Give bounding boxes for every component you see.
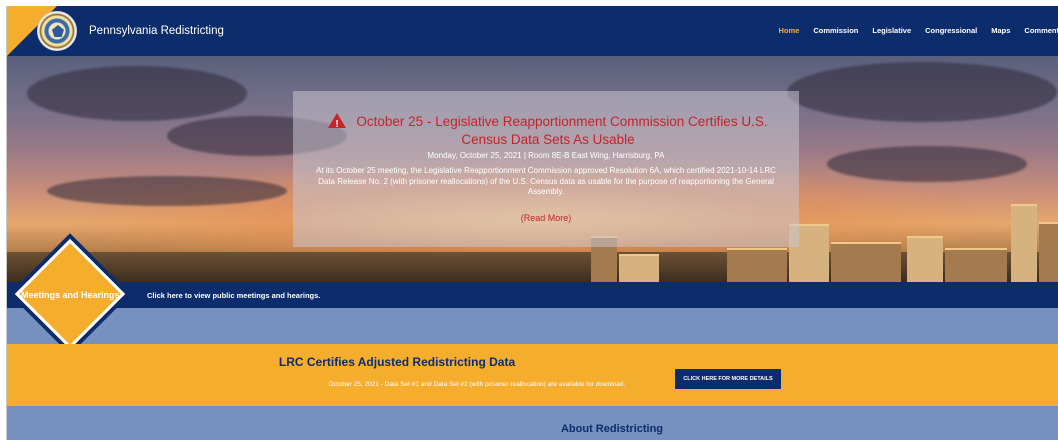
- warning-icon: [328, 113, 347, 134]
- more-details-button[interactable]: CLICK HERE FOR MORE DETAILS: [675, 369, 781, 389]
- announcement-date: Monday, October 25, 2021 | Room 8E-B Eas…: [427, 151, 665, 160]
- nav-maps[interactable]: Maps: [991, 26, 1010, 35]
- spacer-band: [7, 308, 1058, 344]
- read-more-link[interactable]: (Read More): [293, 213, 799, 223]
- announcement-body: At its October 25 meeting, the Legislati…: [316, 166, 776, 196]
- building: [619, 254, 659, 282]
- meetings-link[interactable]: Click here to view public meetings and h…: [147, 291, 320, 300]
- meetings-strip[interactable]: Click here to view public meetings and h…: [7, 282, 1058, 308]
- announcement-title-text: October 25 - Legislative Reapportionment…: [356, 114, 768, 147]
- nav-legislative[interactable]: Legislative: [872, 26, 911, 35]
- building: [1039, 222, 1058, 282]
- main-nav: Home Commission Legislative Congressiona…: [765, 26, 1058, 35]
- building: [831, 242, 901, 282]
- building: [1011, 204, 1037, 282]
- pa-seal-logo[interactable]: [37, 11, 77, 51]
- cloud: [27, 66, 247, 121]
- lrc-title: LRC Certifies Adjusted Redistricting Dat…: [278, 355, 516, 369]
- about-title: About Redistricting: [560, 423, 664, 435]
- lrc-section: LRC Certifies Adjusted Redistricting Dat…: [7, 344, 1058, 406]
- cloud: [47, 176, 287, 206]
- nav-home[interactable]: Home: [779, 26, 800, 35]
- cloud: [787, 62, 1057, 122]
- meetings-badge-label[interactable]: Meetings and Hearings: [21, 290, 131, 300]
- building: [907, 236, 943, 282]
- seal-shield-icon: [52, 25, 64, 37]
- nav-congressional[interactable]: Congressional: [925, 26, 977, 35]
- cloud: [827, 146, 1027, 182]
- page: Pennsylvania Redistricting Home Commissi…: [6, 6, 1058, 440]
- building: [727, 248, 787, 282]
- announcement-title[interactable]: October 25 - Legislative Reapportionment…: [323, 113, 773, 149]
- nav-comment[interactable]: Comment: [1024, 26, 1058, 35]
- building: [945, 248, 1007, 282]
- hero-banner: October 25 - Legislative Reapportionment…: [7, 56, 1058, 282]
- announcement-panel: October 25 - Legislative Reapportionment…: [293, 91, 799, 247]
- site-header: Pennsylvania Redistricting Home Commissi…: [7, 6, 1058, 56]
- site-title[interactable]: Pennsylvania Redistricting: [89, 25, 224, 37]
- nav-commission[interactable]: Commission: [813, 26, 858, 35]
- about-section: About Redistricting: [7, 406, 1058, 440]
- lrc-description: October 25, 2021 - Data Set #1 and Data …: [328, 381, 626, 388]
